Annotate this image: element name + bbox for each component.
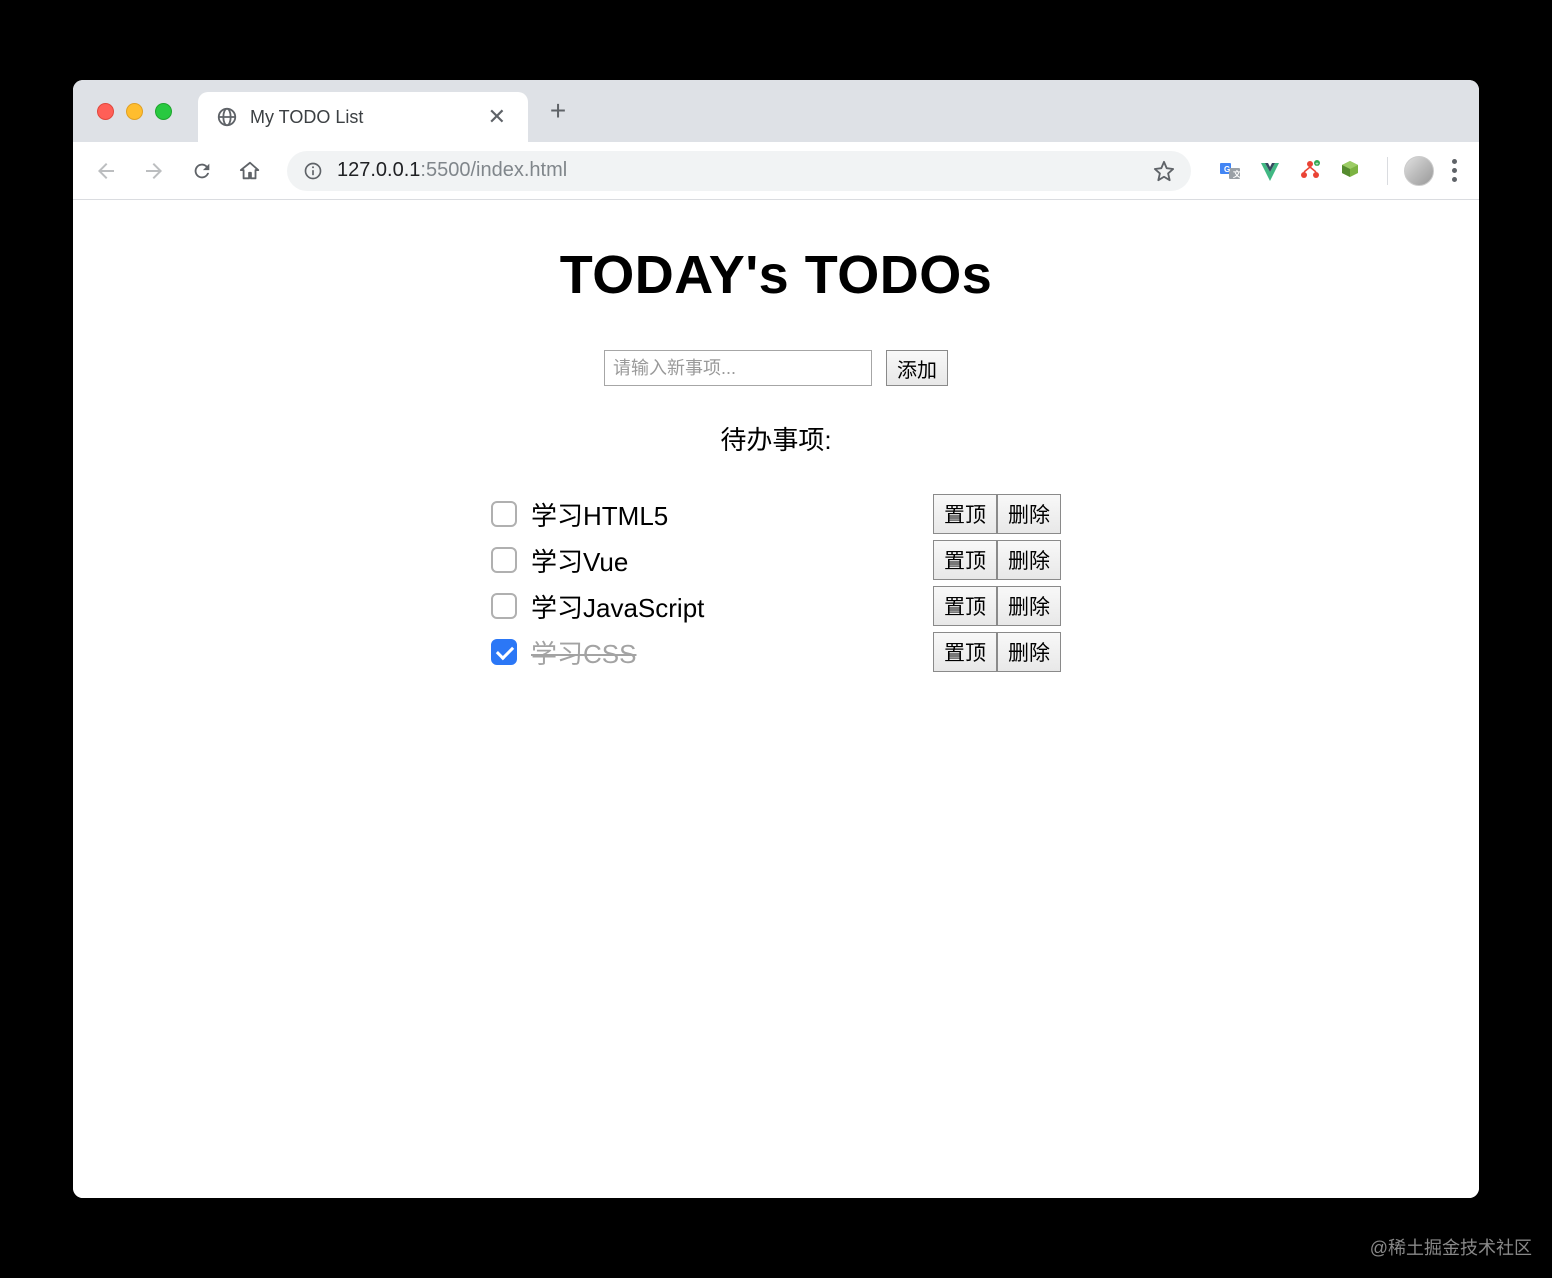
forward-button[interactable] — [135, 152, 173, 190]
todo-actions: 置顶删除 — [933, 494, 1061, 534]
graph-extension-icon[interactable]: + — [1297, 158, 1323, 184]
globe-icon — [216, 106, 238, 128]
delete-button[interactable]: 删除 — [997, 586, 1061, 626]
todo-row: 学习CSS置顶删除 — [491, 629, 1061, 675]
page-content: TODAY's TODOs 添加 待办事项: 学习HTML5置顶删除学习Vue置… — [73, 200, 1479, 1198]
tab-strip: My TODO List ✕ + — [73, 80, 1479, 142]
bookmark-star-icon[interactable] — [1153, 160, 1175, 182]
browser-window: My TODO List ✕ + 127.0.0.1:5500/index.ht… — [73, 80, 1479, 1198]
site-info-icon[interactable] — [303, 161, 323, 181]
todo-row: 学习JavaScript置顶删除 — [491, 583, 1061, 629]
watermark: @稀土掘金技术社区 — [1370, 1234, 1532, 1260]
url-text: 127.0.0.1:5500/index.html — [337, 159, 567, 182]
maximize-window-button[interactable] — [155, 103, 172, 120]
todo-text: 学习CSS — [531, 634, 933, 671]
section-label: 待办事项: — [123, 420, 1429, 457]
minimize-window-button[interactable] — [126, 103, 143, 120]
url-path: :5500/index.html — [420, 159, 567, 181]
reload-button[interactable] — [183, 152, 221, 190]
url-host: 127.0.0.1 — [337, 159, 420, 181]
new-tab-button[interactable]: + — [540, 93, 576, 129]
todo-checkbox[interactable] — [491, 501, 517, 527]
new-todo-input[interactable] — [604, 350, 872, 386]
browser-tab[interactable]: My TODO List ✕ — [198, 92, 528, 142]
todo-checkbox[interactable] — [491, 547, 517, 573]
todo-checkbox[interactable] — [491, 593, 517, 619]
cube-extension-icon[interactable] — [1337, 158, 1363, 184]
tab-title: My TODO List — [250, 107, 472, 128]
todo-text: 学习JavaScript — [531, 588, 933, 625]
delete-button[interactable]: 删除 — [997, 494, 1061, 534]
todo-actions: 置顶删除 — [933, 586, 1061, 626]
extension-icons: G文 + — [1217, 158, 1363, 184]
pin-button[interactable]: 置顶 — [933, 540, 997, 580]
toolbar-divider — [1387, 157, 1388, 185]
vue-extension-icon[interactable] — [1257, 158, 1283, 184]
pin-button[interactable]: 置顶 — [933, 586, 997, 626]
todo-row: 学习Vue置顶删除 — [491, 537, 1061, 583]
todo-checkbox[interactable] — [491, 639, 517, 665]
window-controls — [97, 103, 172, 120]
todo-text: 学习HTML5 — [531, 496, 933, 533]
todo-text: 学习Vue — [531, 542, 933, 579]
pin-button[interactable]: 置顶 — [933, 494, 997, 534]
add-todo-row: 添加 — [123, 350, 1429, 386]
browser-toolbar: 127.0.0.1:5500/index.html G文 + — [73, 142, 1479, 200]
page-heading: TODAY's TODOs — [123, 244, 1429, 306]
todo-list: 学习HTML5置顶删除学习Vue置顶删除学习JavaScript置顶删除学习CS… — [491, 491, 1061, 675]
todo-actions: 置顶删除 — [933, 540, 1061, 580]
svg-text:G: G — [1224, 165, 1230, 174]
svg-text:+: + — [1315, 162, 1319, 168]
todo-row: 学习HTML5置顶删除 — [491, 491, 1061, 537]
todo-actions: 置顶删除 — [933, 632, 1061, 672]
browser-menu-button[interactable] — [1444, 151, 1465, 190]
back-button[interactable] — [87, 152, 125, 190]
pin-button[interactable]: 置顶 — [933, 632, 997, 672]
translate-extension-icon[interactable]: G文 — [1217, 158, 1243, 184]
close-tab-button[interactable]: ✕ — [484, 104, 510, 130]
address-bar[interactable]: 127.0.0.1:5500/index.html — [287, 151, 1191, 191]
close-window-button[interactable] — [97, 103, 114, 120]
delete-button[interactable]: 删除 — [997, 632, 1061, 672]
profile-avatar[interactable] — [1404, 156, 1434, 186]
svg-text:文: 文 — [1233, 169, 1242, 179]
delete-button[interactable]: 删除 — [997, 540, 1061, 580]
home-button[interactable] — [231, 152, 269, 190]
add-button[interactable]: 添加 — [886, 350, 948, 386]
